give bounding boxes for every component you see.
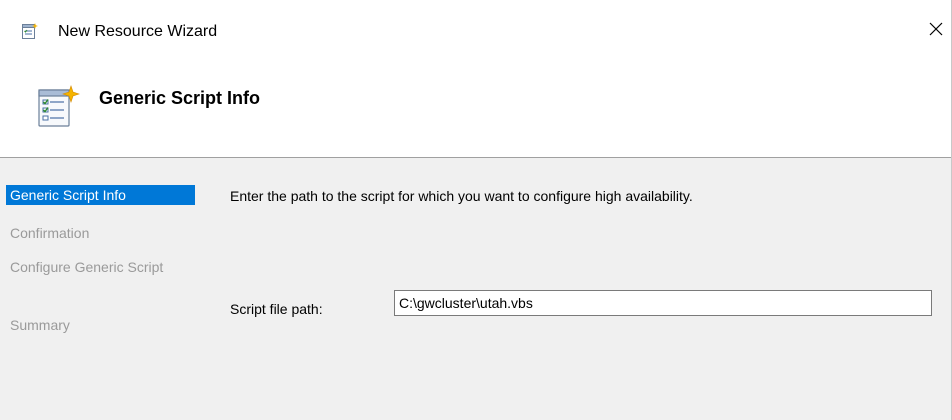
nav-item-label: Configure Generic Script bbox=[10, 259, 164, 275]
nav-item-confirmation[interactable]: Confirmation bbox=[6, 223, 195, 243]
nav-item-configure-generic-script[interactable]: Configure Generic Script bbox=[6, 257, 176, 277]
title-bar[interactable]: New Resource Wizard bbox=[0, 0, 952, 60]
nav-item-generic-script-info[interactable]: Generic Script Info bbox=[6, 185, 195, 205]
nav-item-label: Summary bbox=[10, 317, 70, 333]
page-title: Generic Script Info bbox=[99, 88, 261, 108]
script-path-input[interactable] bbox=[394, 290, 932, 316]
nav-item-summary[interactable]: Summary bbox=[6, 315, 195, 335]
window-title: New Resource Wizard bbox=[58, 23, 218, 40]
wizard-header: Generic Script Info bbox=[0, 60, 952, 157]
nav-item-label: Confirmation bbox=[10, 225, 90, 241]
instructions-text: Enter the path to the script for which y… bbox=[230, 188, 693, 204]
close-icon bbox=[929, 22, 943, 41]
main-content: Enter the path to the script for which y… bbox=[205, 158, 952, 420]
wizard-icon bbox=[21, 22, 39, 40]
wizard-document-icon bbox=[36, 84, 82, 130]
wizard-window: New Resource Wizard Generic Script Info … bbox=[0, 0, 952, 420]
nav-item-label: Generic Script Info bbox=[10, 187, 126, 203]
wizard-steps-nav: Generic Script Info Confirmation Configu… bbox=[0, 158, 205, 420]
script-path-label: Script file path: bbox=[230, 301, 323, 317]
close-button[interactable] bbox=[921, 16, 951, 46]
